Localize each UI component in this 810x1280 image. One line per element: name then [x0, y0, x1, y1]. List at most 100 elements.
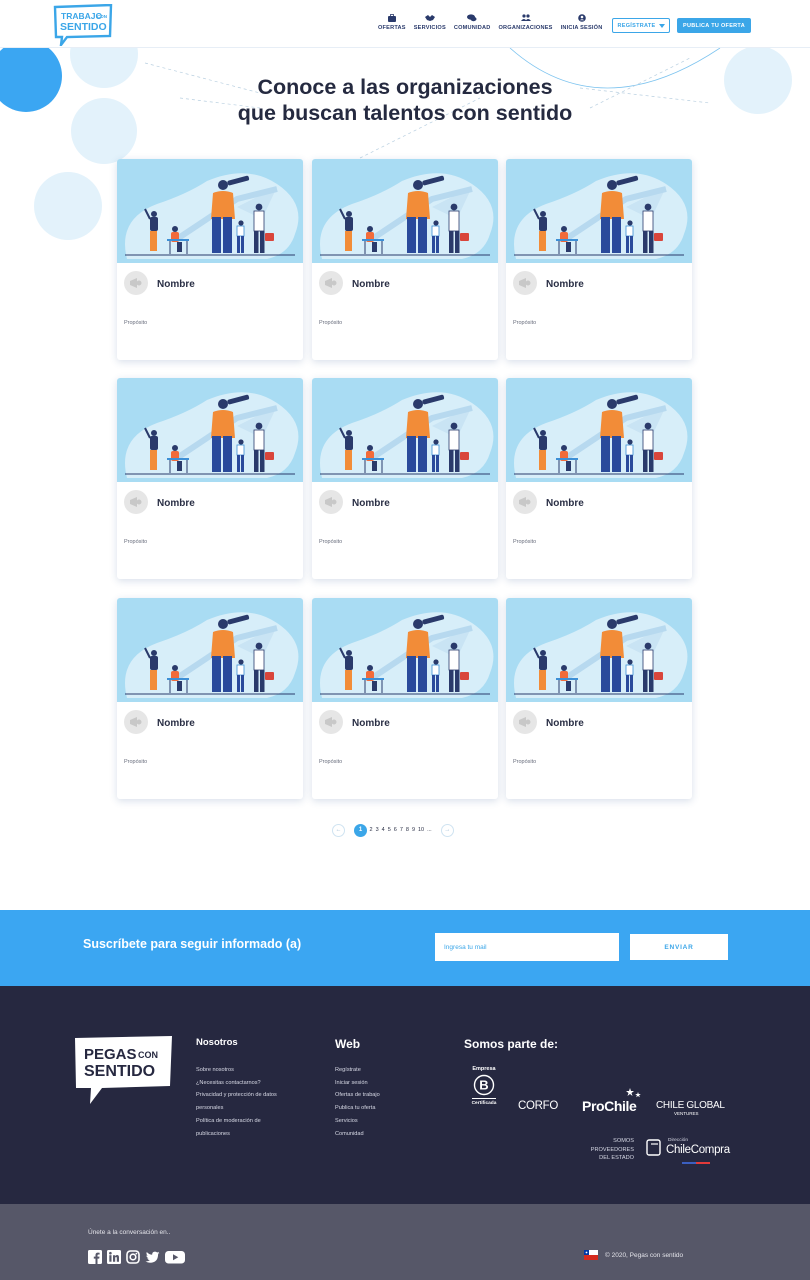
organization-purpose: Propósito — [319, 320, 343, 326]
pagination-page[interactable]: 6 — [394, 827, 397, 833]
footer-link[interactable]: Comunidad — [335, 1128, 364, 1141]
pagination-page[interactable]: 9 — [412, 827, 415, 833]
card-illustration — [506, 378, 692, 482]
organization-card[interactable]: Nombre Propósito — [506, 598, 692, 799]
card-illustration — [117, 378, 303, 482]
megaphone-icon — [325, 497, 337, 507]
register-dropdown[interactable]: REGÍSTRATE — [612, 18, 670, 33]
avatar — [124, 490, 148, 514]
svg-text:B: B — [479, 1078, 488, 1093]
pagination-page[interactable]: 7 — [400, 827, 403, 833]
footer-link[interactable]: Servicios — [335, 1115, 358, 1128]
proveedores-line: DEL ESTADO — [599, 1155, 634, 1161]
card-illustration — [312, 159, 498, 263]
nav-servicios[interactable]: SERVICIOS — [414, 14, 446, 31]
footer-link[interactable]: Regístrate — [335, 1064, 361, 1077]
nav-label: SERVICIOS — [413, 25, 446, 31]
handshake-icon — [424, 15, 435, 21]
pagination-current[interactable]: 1 — [354, 823, 367, 837]
footer-partners-title: Somos parte de: — [464, 1037, 559, 1051]
corfo-logo: CORFO — [518, 1100, 559, 1112]
bottom-bar: Únete a la conversación en.. © 2020, Peg… — [0, 1204, 810, 1280]
site-logo[interactable]: TRABAJO CON SENTIDO — [53, 4, 113, 46]
footer-logo-text-1: PEGAS — [84, 1046, 137, 1063]
footer-web-title: Web — [335, 1037, 361, 1051]
megaphone-icon — [325, 278, 337, 288]
footer-link[interactable]: Sobre nosotros — [196, 1064, 234, 1077]
site-header: TRABAJO CON SENTIDO OFERTAS SERVICIOS CO… — [0, 0, 810, 48]
footer-link[interactable]: Iniciar sesión — [335, 1077, 368, 1090]
chileglobal-logo: CHILE GLOBAL — [656, 1100, 725, 1111]
pagination-page[interactable]: 5 — [388, 827, 391, 833]
youtube-icon[interactable] — [165, 1250, 185, 1269]
organization-card[interactable]: Nombre Propósito — [117, 159, 303, 360]
pagination-page[interactable]: 4 — [382, 827, 385, 833]
footer-nosotros-title: Nosotros — [196, 1037, 238, 1048]
linkedin-icon[interactable] — [107, 1250, 121, 1269]
chilecompra-small: Dirección — [668, 1138, 688, 1143]
footer-link[interactable]: ¿Necesitas contactarnos? — [196, 1077, 261, 1090]
organization-purpose: Propósito — [124, 759, 148, 765]
avatar — [319, 710, 343, 734]
email-field[interactable] — [435, 933, 619, 961]
card-illustration — [506, 159, 692, 263]
avatar — [124, 271, 148, 295]
pagination-page[interactable]: 2 — [370, 827, 373, 833]
send-button[interactable]: ENVIAR — [630, 934, 728, 960]
logo-text-con: CON — [97, 14, 107, 19]
organization-card[interactable]: Nombre Propósito — [117, 378, 303, 579]
footer-link[interactable]: Publica tu oferta — [335, 1102, 375, 1115]
organization-card[interactable]: Nombre Propósito — [117, 598, 303, 799]
organization-name: Nombre — [157, 718, 195, 729]
join-text: Únete a la conversación en.. — [88, 1229, 171, 1236]
megaphone-icon — [519, 717, 531, 727]
pagination-prev[interactable]: ← — [332, 823, 345, 837]
chileglobal-sub: VENTURES — [674, 1111, 699, 1116]
nav-comunidad[interactable]: COMUNIDAD — [454, 14, 491, 31]
proveedores-line: PROVEEDORES — [590, 1146, 634, 1153]
organization-card[interactable]: Nombre Propósito — [312, 159, 498, 360]
footer-link[interactable]: Privacidad y protección de datos — [196, 1089, 277, 1102]
footer-link[interactable]: Ofertas de trabajo — [335, 1089, 380, 1102]
avatar — [513, 271, 537, 295]
footer-link[interactable]: personales — [196, 1102, 223, 1115]
avatar — [124, 710, 148, 734]
publish-label: PUBLICA TU OFERTA — [683, 22, 745, 29]
organization-purpose: Propósito — [124, 320, 148, 326]
card-illustration — [117, 159, 303, 263]
avatar — [319, 490, 343, 514]
nav-label: COMUNIDAD — [453, 25, 491, 31]
organization-card[interactable]: Nombre Propósito — [312, 378, 498, 579]
nav-inicia-sesion[interactable]: INICIA SESIÓN — [561, 14, 603, 31]
people-icon — [520, 14, 531, 21]
organization-purpose: Propósito — [513, 539, 537, 545]
pagination-page[interactable]: 10 — [418, 827, 424, 833]
pagination-page[interactable]: 8 — [406, 827, 409, 833]
organization-name: Nombre — [352, 718, 390, 729]
organization-purpose: Propósito — [513, 320, 537, 326]
twitter-icon[interactable] — [145, 1250, 160, 1269]
card-illustration — [117, 598, 303, 702]
nav-ofertas[interactable]: OFERTAS — [378, 14, 406, 31]
footer-logo[interactable]: PEGAS CON SENTIDO — [72, 1034, 176, 1106]
instagram-icon[interactable] — [126, 1250, 140, 1269]
nav-organizaciones[interactable]: ORGANIZACIONES — [499, 14, 553, 31]
chevron-down-icon — [658, 23, 665, 28]
avatar — [319, 271, 343, 295]
nav-label: OFERTAS — [378, 25, 406, 31]
organization-card[interactable]: Nombre Propósito — [506, 378, 692, 579]
card-illustration — [312, 598, 498, 702]
avatar — [513, 490, 537, 514]
megaphone-icon — [325, 717, 337, 727]
megaphone-icon — [130, 278, 142, 288]
facebook-icon[interactable] — [88, 1250, 102, 1269]
footer-link[interactable]: Política de moderación de — [196, 1115, 261, 1128]
organization-card[interactable]: Nombre Propósito — [506, 159, 692, 360]
megaphone-icon — [130, 717, 142, 727]
pagination-page[interactable]: 3 — [376, 827, 379, 833]
footer-link[interactable]: publicaciones — [196, 1128, 230, 1141]
organization-card[interactable]: Nombre Propósito — [312, 598, 498, 799]
bcorp-logo: Empresa B Certificada — [468, 1066, 500, 1106]
publish-offer-button[interactable]: PUBLICA TU OFERTA — [677, 18, 751, 33]
pagination-next[interactable]: → — [440, 823, 454, 837]
